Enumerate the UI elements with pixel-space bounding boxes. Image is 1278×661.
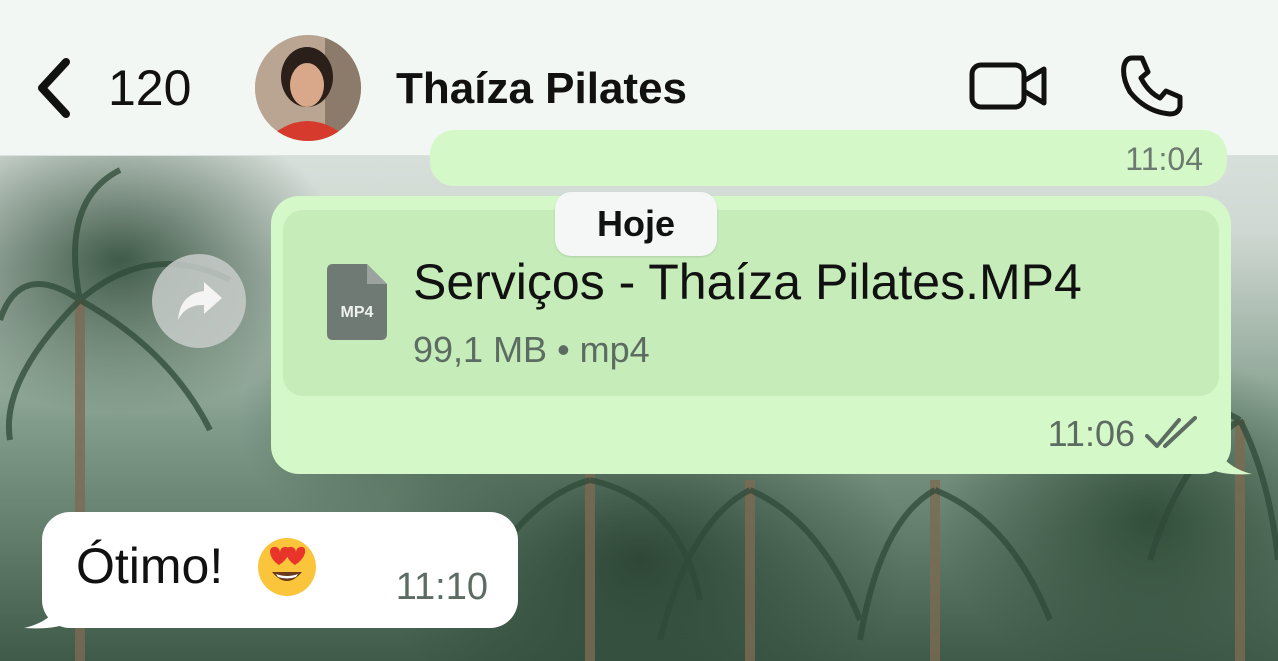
heart-eyes-emoji-icon bbox=[258, 538, 316, 596]
forward-button[interactable] bbox=[152, 254, 246, 348]
message-time: 11:04 bbox=[1125, 141, 1203, 177]
date-divider: Hoje bbox=[555, 192, 717, 256]
video-call-icon[interactable] bbox=[968, 55, 1050, 115]
file-meta: 99,1 MB • mp4 bbox=[413, 329, 650, 370]
unread-count[interactable]: 120 bbox=[108, 58, 191, 118]
document-icon: MP4 bbox=[327, 264, 387, 340]
phone-icon[interactable] bbox=[1118, 52, 1186, 120]
forward-icon bbox=[178, 282, 222, 320]
previous-message-bubble[interactable]: 11:04 bbox=[430, 130, 1227, 186]
message-time: 11:10 bbox=[395, 566, 488, 608]
file-attachment[interactable]: MP4 Serviços - Thaíza Pilates.MP4 99,1 M… bbox=[283, 210, 1219, 396]
chevron-left-icon[interactable] bbox=[34, 58, 74, 118]
contact-name[interactable]: Thaíza Pilates bbox=[396, 62, 687, 116]
file-name: Serviços - Thaíza Pilates.MP4 bbox=[413, 254, 1082, 310]
file-type-badge: MP4 bbox=[341, 304, 374, 321]
message-text: Ótimo! bbox=[76, 538, 224, 594]
file-message-bubble[interactable]: MP4 Serviços - Thaíza Pilates.MP4 99,1 M… bbox=[271, 196, 1231, 474]
message-time: 11:06 bbox=[1047, 413, 1135, 454]
avatar[interactable] bbox=[255, 35, 361, 141]
double-check-icon bbox=[1145, 416, 1197, 448]
incoming-message-bubble[interactable]: Ótimo! 11:10 bbox=[42, 512, 518, 628]
